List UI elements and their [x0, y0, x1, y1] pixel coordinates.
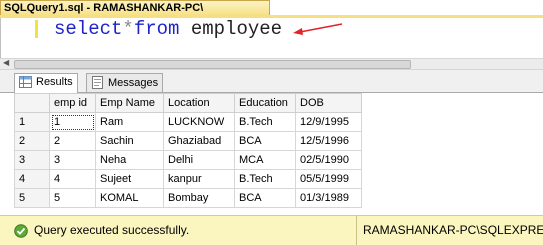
query-document-tab[interactable]: SQLQuery1.sql - RAMASHANKAR-PC\: [0, 0, 270, 16]
cell-emp-id[interactable]: 3: [49, 150, 96, 170]
column-header-emp-name[interactable]: Emp Name: [95, 93, 164, 113]
row-number[interactable]: 2: [14, 131, 50, 151]
cell-emp-name[interactable]: Neha: [95, 150, 164, 170]
cell-dob[interactable]: 02/5/1990: [295, 150, 362, 170]
cell-dob[interactable]: 12/9/1995: [295, 112, 362, 132]
column-header-dob[interactable]: DOB: [295, 93, 362, 113]
cell-location[interactable]: Delhi: [163, 150, 235, 170]
cell-dob[interactable]: 01/3/1989: [295, 188, 362, 208]
cell-emp-id[interactable]: 1: [49, 112, 96, 132]
tab-results-label: Results: [36, 76, 73, 88]
annotation-arrow-icon: [293, 23, 343, 35]
status-bar: Query executed successfully. RAMASHANKAR…: [0, 215, 543, 245]
column-header-emp-id[interactable]: emp id: [49, 93, 96, 113]
keyword-from: from: [133, 18, 180, 40]
cell-emp-name[interactable]: Sujeet: [95, 169, 164, 189]
cell-location[interactable]: kanpur: [163, 169, 235, 189]
cell-location[interactable]: LUCKNOW: [163, 112, 235, 132]
scroll-left-icon[interactable]: ◀: [3, 58, 9, 67]
table-row[interactable]: 3 3 Neha Delhi MCA 02/5/1990: [14, 150, 362, 170]
cell-emp-id[interactable]: 4: [49, 169, 96, 189]
cell-emp-name[interactable]: Ram: [95, 112, 164, 132]
cell-emp-id[interactable]: 5: [49, 188, 96, 208]
cell-location[interactable]: Ghaziabad: [163, 131, 235, 151]
status-message: Query executed successfully.: [34, 223, 190, 237]
changed-line-marker: [35, 20, 38, 38]
cell-location[interactable]: Bombay: [163, 188, 235, 208]
table-row[interactable]: 4 4 Sujeet kanpur B.Tech 05/5/1999: [14, 169, 362, 189]
cell-education[interactable]: B.Tech: [234, 169, 296, 189]
row-number[interactable]: 3: [14, 150, 50, 170]
row-number[interactable]: 5: [14, 188, 50, 208]
cell-education[interactable]: BCA: [234, 188, 296, 208]
messages-icon: [91, 76, 104, 92]
cell-dob[interactable]: 05/5/1999: [295, 169, 362, 189]
results-grid[interactable]: emp id Emp Name Location Education DOB 1…: [14, 93, 362, 208]
query-text-line[interactable]: select*from employee: [54, 18, 282, 40]
cell-emp-id[interactable]: 2: [49, 131, 96, 151]
results-grid-area: emp id Emp Name Location Education DOB 1…: [0, 93, 543, 214]
cell-emp-name[interactable]: KOMAL: [95, 188, 164, 208]
cell-dob[interactable]: 12/5/1996: [295, 131, 362, 151]
tab-results[interactable]: Results: [14, 73, 78, 93]
column-header-education[interactable]: Education: [234, 93, 296, 113]
row-number[interactable]: 1: [14, 112, 50, 132]
scrollbar-thumb[interactable]: [14, 60, 411, 69]
column-header-location[interactable]: Location: [163, 93, 235, 113]
query-editor[interactable]: select*from employee: [0, 18, 543, 62]
results-tab-bar: Results Messages: [0, 70, 543, 93]
status-divider: [356, 216, 357, 245]
document-tab-title: SQLQuery1.sql - RAMASHANKAR-PC\: [4, 2, 204, 14]
cell-education[interactable]: BCA: [234, 131, 296, 151]
cell-emp-name[interactable]: Sachin: [95, 131, 164, 151]
table-row[interactable]: 5 5 KOMAL Bombay BCA 01/3/1989: [14, 188, 362, 208]
editor-horizontal-scrollbar[interactable]: ◀: [0, 58, 543, 70]
grid-corner[interactable]: [14, 93, 50, 113]
table-row[interactable]: 1 1 Ram LUCKNOW B.Tech 12/9/1995: [14, 112, 362, 132]
server-name: RAMASHANKAR-PC\SQLEXPRESS: [363, 223, 543, 237]
grid-header-row: emp id Emp Name Location Education DOB: [14, 93, 362, 113]
cell-education[interactable]: MCA: [234, 150, 296, 170]
check-icon: [14, 224, 28, 241]
table-name: employee: [190, 18, 283, 40]
tab-messages-label: Messages: [108, 77, 159, 89]
row-number[interactable]: 4: [14, 169, 50, 189]
cell-education[interactable]: B.Tech: [234, 112, 296, 132]
tab-messages[interactable]: Messages: [86, 73, 164, 92]
grid-icon: [19, 76, 32, 91]
operator-star: *: [122, 18, 134, 40]
keyword-select: select: [54, 18, 123, 40]
table-row[interactable]: 2 2 Sachin Ghaziabad BCA 12/5/1996: [14, 131, 362, 151]
